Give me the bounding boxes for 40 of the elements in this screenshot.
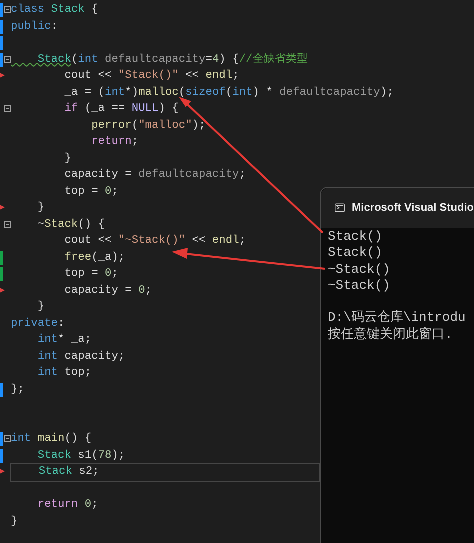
code-line: int capacity; [36,350,126,364]
code-line: cout << "~Stack()" << endl; [64,234,246,249]
code-line: top = 0; [64,267,118,282]
code-line: int* _a; [36,332,92,348]
code-line: capacity = 0; [64,284,152,298]
code-line: } [64,152,72,166]
console-output-line: D:\码云仓库\introdu [328,310,467,327]
collapse-icon[interactable] [4,105,11,112]
collapse-icon[interactable] [4,220,11,228]
code-line: Stack s1(78); [36,448,126,464]
collapse-icon[interactable] [4,6,11,13]
code-line: cout << "Stack()" << endl; [64,68,240,84]
console-output-line: Stack() [328,229,384,246]
console-title: Microsoft Visual Studio [352,200,474,216]
code-line: top = 0; [64,184,118,200]
code-line: ~Stack() { [36,218,106,232]
console-output-line: 按任意键关闭此窗口. [328,326,454,344]
code-line: } [36,300,45,315]
code-line: }; [10,382,24,398]
code-line: free(_a); [64,250,126,266]
code-line: Stack(int defaultcapacity=4) {//全缺省类型 [36,52,308,68]
code-line: perror("malloc"); [90,118,206,134]
code-line: } [36,200,45,216]
console-output-line: ~Stack() [328,278,392,294]
code-line: return 0; [36,498,98,513]
code-line: return; [90,135,139,150]
code-line: public: [10,20,58,34]
code-line: private: [10,316,65,332]
collapse-icon[interactable] [4,56,11,62]
code-line: capacity = defaultcapacity; [64,168,246,183]
console-output-line: Stack() [328,245,384,262]
code-line: if (_a == NULL) { [64,102,179,117]
code-line: int main() { [10,432,92,447]
collapse-icon[interactable] [4,435,11,442]
code-line: class Stack { [10,2,98,18]
code-line: int top; [36,366,92,381]
code-line: _a = (int*)malloc(sizeof(int) * defaultcapacity); [64,86,394,100]
terminal-icon [335,202,345,214]
code-line: } [10,514,18,530]
console-output-line: ~Stack() [328,262,392,278]
